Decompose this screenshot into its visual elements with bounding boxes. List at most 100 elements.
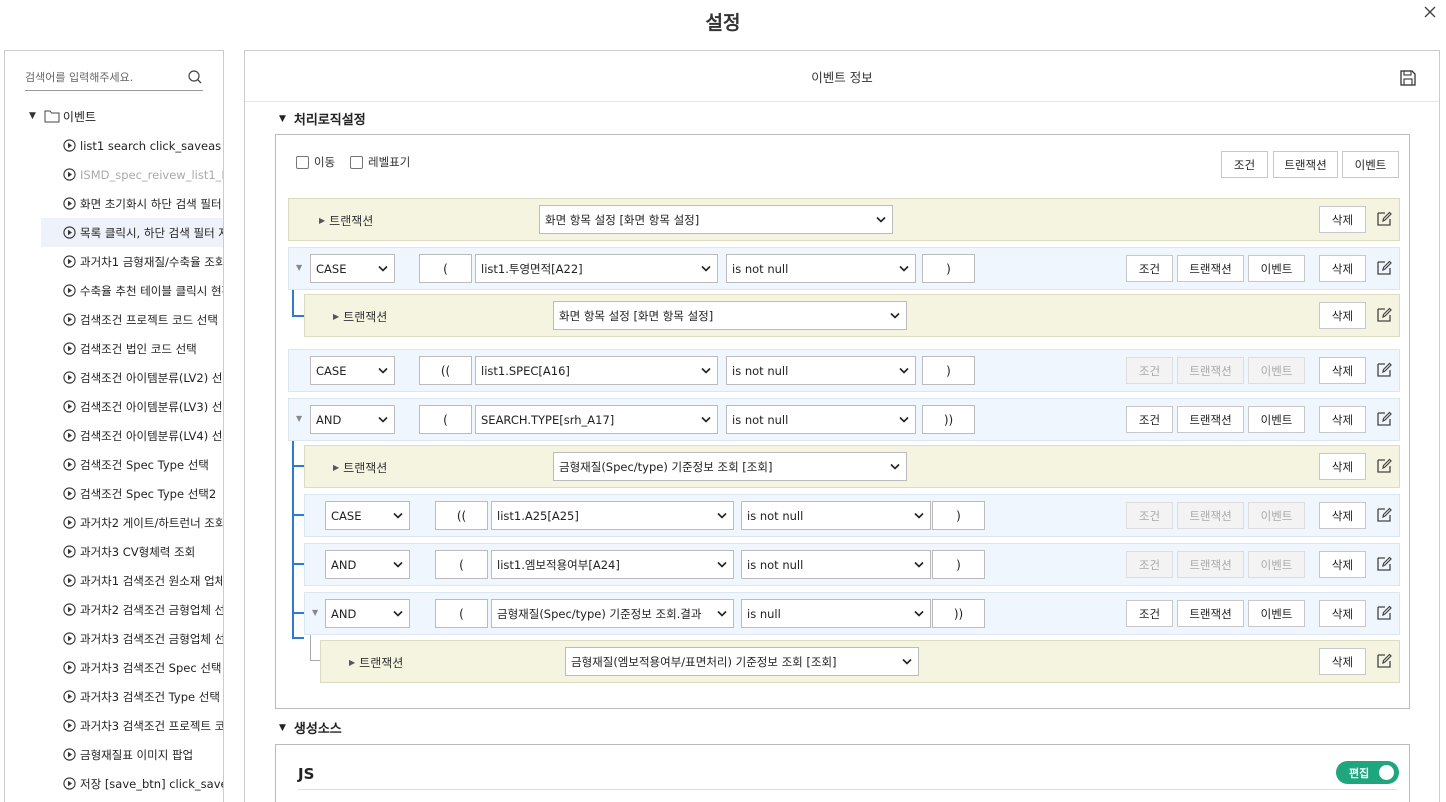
section-source-header[interactable]: ▼ 생성소스 xyxy=(279,718,342,737)
edit-icon[interactable] xyxy=(1375,306,1393,324)
tree-item[interactable]: 금형재질표 이미지 팝업 xyxy=(41,740,223,769)
tree-item[interactable]: 검색조건 아이템분류(LV4) 선택 xyxy=(41,421,223,450)
tree-item[interactable]: 검색조건 아이템분류(LV2) 선택 xyxy=(41,363,223,392)
operator-select[interactable]: AND xyxy=(325,550,410,579)
caret-right-icon[interactable]: ▶ xyxy=(349,658,355,667)
transaction-button[interactable]: 트랜잭션 xyxy=(1177,600,1244,627)
transaction-select[interactable]: 화면 항목 설정 [화면 항목 설정] xyxy=(539,205,893,234)
edit-icon[interactable] xyxy=(1375,604,1393,622)
transaction-button[interactable]: 트랜잭션 xyxy=(1177,551,1244,578)
close-paren-field[interactable]: ) xyxy=(922,254,975,283)
tree-item[interactable]: 검색조건 Spec Type 선택2 xyxy=(41,479,223,508)
field-select[interactable]: list1.엠보적용여부[A24] xyxy=(491,550,734,579)
delete-button[interactable]: 삭제 xyxy=(1319,453,1366,480)
close-paren-field[interactable]: ) xyxy=(932,550,985,579)
edit-icon[interactable] xyxy=(1375,210,1393,228)
checkbox-box[interactable] xyxy=(350,155,363,169)
open-paren-field[interactable]: ( xyxy=(419,405,472,434)
tree-item[interactable]: 수축율 추천 테이블 클릭시 현황 xyxy=(41,276,223,305)
delete-button[interactable]: 삭제 xyxy=(1319,406,1366,433)
edit-icon[interactable] xyxy=(1375,361,1393,379)
delete-button[interactable]: 삭제 xyxy=(1319,255,1366,282)
close-paren-field[interactable]: ) xyxy=(932,501,985,530)
transaction-select[interactable]: 금형재질(엠보적용여부/표면처리) 기준정보 조회 [조회] xyxy=(565,647,919,676)
tree-item[interactable]: 과거차1 검색조건 원소재 업체 선 xyxy=(41,566,223,595)
event-button[interactable]: 이벤트 xyxy=(1248,551,1305,578)
field-select[interactable]: list1.투영면적[A22] xyxy=(475,254,718,283)
transaction-button[interactable]: 트랜잭션 xyxy=(1177,255,1244,282)
edit-icon[interactable] xyxy=(1375,555,1393,573)
field-select[interactable]: SEARCH.TYPE[srh_A17] xyxy=(475,405,718,434)
compare-select[interactable]: is not null xyxy=(726,356,916,385)
add-condition-button[interactable]: 조건 xyxy=(1221,151,1268,178)
caret-right-icon[interactable]: ▶ xyxy=(333,312,339,321)
transaction-button[interactable]: 트랜잭션 xyxy=(1177,502,1244,529)
condition-button[interactable]: 조건 xyxy=(1126,357,1173,384)
close-paren-field[interactable]: )) xyxy=(922,405,975,434)
condition-button[interactable]: 조건 xyxy=(1126,600,1173,627)
event-button[interactable]: 이벤트 xyxy=(1248,255,1305,282)
field-select[interactable]: list1.A25[A25] xyxy=(491,501,734,530)
event-button[interactable]: 이벤트 xyxy=(1248,502,1305,529)
delete-button[interactable]: 삭제 xyxy=(1319,502,1366,529)
transaction-button[interactable]: 트랜잭션 xyxy=(1177,357,1244,384)
edit-icon[interactable] xyxy=(1375,410,1393,428)
edit-icon[interactable] xyxy=(1375,457,1393,475)
operator-select[interactable]: CASE xyxy=(310,254,395,283)
save-icon[interactable] xyxy=(1399,69,1417,87)
operator-select[interactable]: CASE xyxy=(310,356,395,385)
caret-down-icon[interactable]: ▼ xyxy=(312,608,318,617)
tree-root-events[interactable]: ▼ 이벤트 xyxy=(29,107,96,125)
compare-select[interactable]: is not null xyxy=(726,405,916,434)
field-select[interactable]: list1.SPEC[A16] xyxy=(475,356,718,385)
tree-item[interactable]: 검색조건 Spec Type 선택 xyxy=(41,450,223,479)
tree-item[interactable]: list1 search click_saveas xyxy=(41,131,223,160)
tree-item[interactable]: 과거차2 게이트/하트런너 조회 xyxy=(41,508,223,537)
event-button[interactable]: 이벤트 xyxy=(1248,406,1305,433)
event-button[interactable]: 이벤트 xyxy=(1248,357,1305,384)
search-input[interactable] xyxy=(25,65,175,89)
event-button[interactable]: 이벤트 xyxy=(1248,600,1305,627)
tree-item[interactable]: 검색조건 아이템분류(LV3) 선택 xyxy=(41,392,223,421)
tree-item[interactable]: ISMD_spec_reivew_list1_Lo xyxy=(41,160,223,189)
tree-item[interactable]: 화면 초기화시 하단 검색 필터 일 xyxy=(41,189,223,218)
delete-button[interactable]: 삭제 xyxy=(1319,206,1366,233)
edit-icon[interactable] xyxy=(1375,259,1393,277)
caret-down-icon[interactable]: ▼ xyxy=(29,111,36,121)
field-select[interactable]: 금형재질(Spec/type) 기준정보 조회.결과 xyxy=(491,599,734,628)
search-icon[interactable] xyxy=(187,69,203,85)
open-paren-field[interactable]: (( xyxy=(419,356,472,385)
delete-button[interactable]: 삭제 xyxy=(1319,551,1366,578)
tree-item[interactable]: 과거차3 검색조건 금형업체 선택 xyxy=(41,624,223,653)
caret-down-icon[interactable]: ▼ xyxy=(296,263,302,272)
tree-item[interactable]: 과거차1 금형재질/수축율 조회 xyxy=(41,247,223,276)
condition-button[interactable]: 조건 xyxy=(1126,551,1173,578)
delete-button[interactable]: 삭제 xyxy=(1319,357,1366,384)
compare-select[interactable]: is not null xyxy=(726,254,916,283)
delete-button[interactable]: 삭제 xyxy=(1319,600,1366,627)
compare-select[interactable]: is not null xyxy=(741,550,931,579)
transaction-button[interactable]: 트랜잭션 xyxy=(1177,406,1244,433)
tree-item[interactable]: 저장 [save_btn] click_saveas xyxy=(41,769,223,798)
edit-icon[interactable] xyxy=(1375,506,1393,524)
checkbox-box[interactable] xyxy=(296,155,309,169)
close-button[interactable] xyxy=(1420,2,1440,22)
operator-select[interactable]: AND xyxy=(310,405,395,434)
tree-item[interactable]: 과거차3 검색조건 Spec 선택 xyxy=(41,653,223,682)
caret-down-icon[interactable]: ▼ xyxy=(296,414,302,423)
edit-toggle[interactable]: 편집 xyxy=(1336,761,1399,784)
condition-button[interactable]: 조건 xyxy=(1126,406,1173,433)
tree-item[interactable]: 과거차3 검색조건 Type 선택 xyxy=(41,682,223,711)
close-paren-field[interactable]: ) xyxy=(922,356,975,385)
caret-right-icon[interactable]: ▶ xyxy=(333,463,339,472)
condition-button[interactable]: 조건 xyxy=(1126,255,1173,282)
section-logic-header[interactable]: ▼ 처리로직설정 xyxy=(279,109,366,128)
level-checkbox[interactable]: 레벨표기 xyxy=(350,154,410,170)
tree-item[interactable]: 과거차2 검색조건 금형업체 선택 xyxy=(41,595,223,624)
compare-select[interactable]: is null xyxy=(741,599,931,628)
close-paren-field[interactable]: )) xyxy=(932,599,985,628)
tree-item[interactable]: 검색조건 프로젝트 코드 선택 xyxy=(41,305,223,334)
open-paren-field[interactable]: ( xyxy=(435,550,488,579)
operator-select[interactable]: AND xyxy=(325,599,410,628)
tree-item[interactable]: 목록 클릭시, 하단 검색 필터 자 xyxy=(41,218,223,247)
